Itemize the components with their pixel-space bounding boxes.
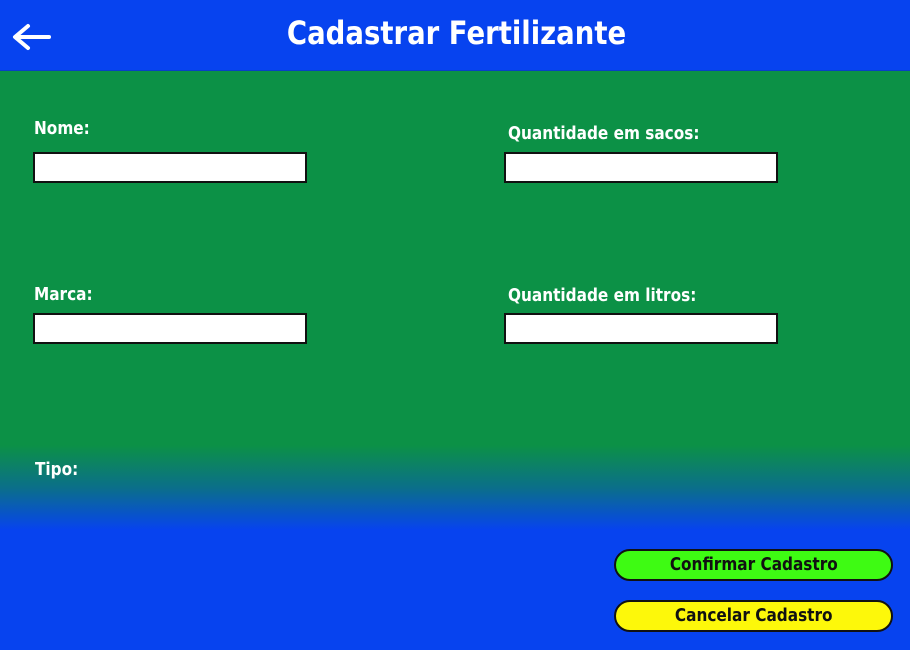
confirm-button[interactable]: Confirmar Cadastro (614, 549, 893, 581)
quantidade-sacos-label: Quantidade em sacos: (508, 123, 700, 144)
quantidade-litros-label: Quantidade em litros: (508, 285, 697, 306)
marca-input[interactable] (33, 313, 307, 344)
quantidade-litros-input[interactable] (504, 313, 778, 344)
cancel-button[interactable]: Cancelar Cadastro (614, 600, 893, 632)
page-title: Cadastrar Fertilizante (286, 14, 627, 52)
back-button[interactable] (10, 22, 52, 52)
nome-input[interactable] (33, 152, 307, 183)
tipo-label: Tipo: (35, 459, 79, 480)
quantidade-sacos-input[interactable] (504, 152, 778, 183)
confirm-button-label: Confirmar Cadastro (669, 554, 838, 575)
marca-label: Marca: (34, 284, 93, 305)
nome-label: Nome: (34, 118, 90, 139)
arrow-left-icon (13, 24, 51, 50)
cancel-button-label: Cancelar Cadastro (674, 605, 833, 626)
header-bar: Cadastrar Fertilizante (0, 0, 910, 71)
